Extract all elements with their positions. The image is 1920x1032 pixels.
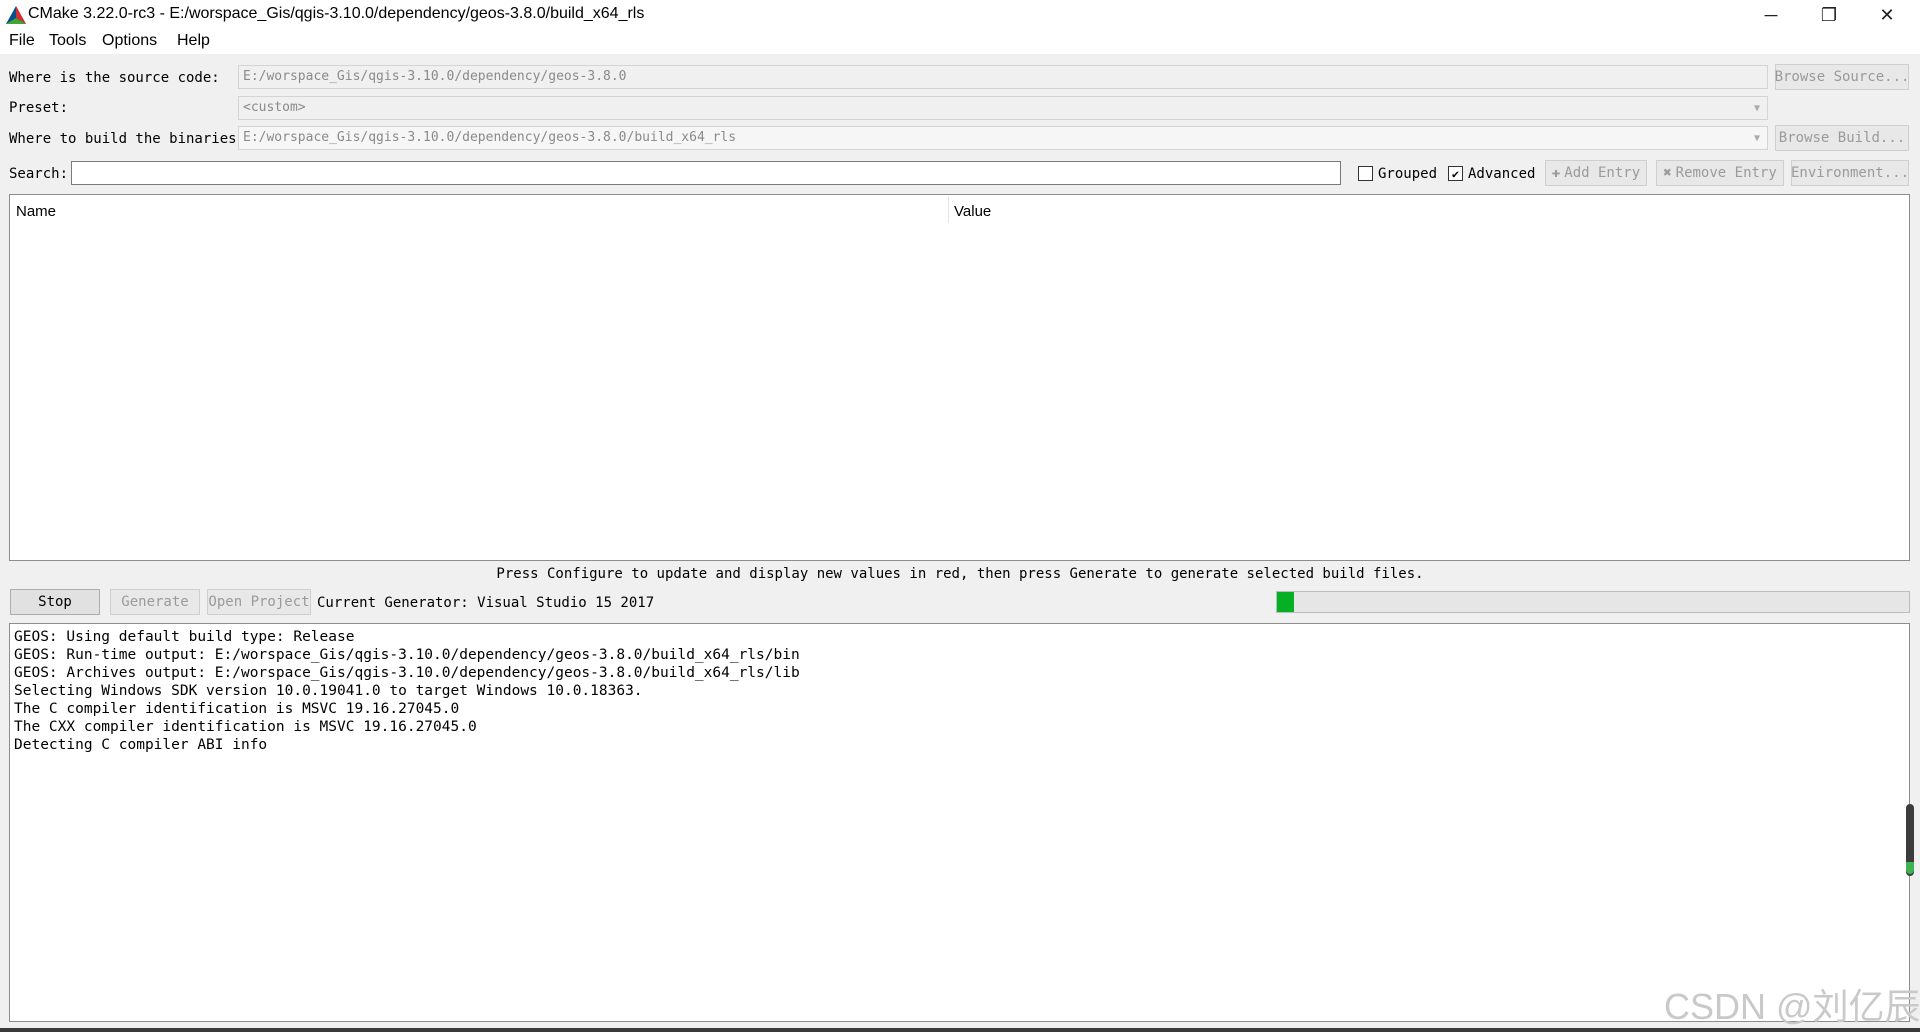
- menu-bar: File Tools Options Help: [0, 30, 1920, 54]
- progress-fill: [1277, 592, 1295, 612]
- search-input[interactable]: [71, 161, 1341, 185]
- environment-button[interactable]: Environment...: [1791, 160, 1909, 186]
- chevron-down-icon[interactable]: ▼: [1748, 98, 1766, 118]
- scrollbar-indicator: [1906, 862, 1914, 874]
- remove-icon: ✖: [1663, 165, 1672, 181]
- minimize-icon: ─: [1764, 4, 1778, 25]
- output-line: GEOS: Archives output: E:/worspace_Gis/q…: [14, 665, 800, 681]
- output-line: The CXX compiler identification is MSVC …: [14, 719, 477, 735]
- preset-combo[interactable]: <custom>: [238, 96, 1768, 120]
- title-bar: CMake 3.22.0-rc3 - E:/worspace_Gis/qgis-…: [0, 0, 1920, 30]
- output-line: Selecting Windows SDK version 10.0.19041…: [14, 683, 643, 699]
- source-path-field[interactable]: E:/worspace_Gis/qgis-3.10.0/dependency/g…: [238, 65, 1768, 89]
- stop-button[interactable]: Stop: [10, 589, 100, 615]
- open-project-button[interactable]: Open Project: [207, 589, 311, 615]
- output-line: The C compiler identification is MSVC 19…: [14, 701, 460, 717]
- advanced-label: Advanced: [1468, 166, 1536, 182]
- output-log[interactable]: GEOS: Using default build type: Release G…: [9, 623, 1910, 1022]
- output-line: GEOS: Run-time output: E:/worspace_Gis/q…: [14, 647, 800, 663]
- menu-tools[interactable]: Tools: [49, 32, 86, 50]
- watermark: CSDN @刘亿辰: [1664, 986, 1920, 1027]
- build-label: Where to build the binaries:: [9, 131, 246, 147]
- build-path-combo[interactable]: E:/worspace_Gis/qgis-3.10.0/dependency/g…: [238, 126, 1768, 150]
- progress-bar: [1276, 591, 1910, 613]
- search-label: Search:: [9, 166, 69, 182]
- checkmark-icon: ✔: [1451, 166, 1460, 181]
- column-header-value[interactable]: Value: [954, 203, 991, 220]
- bottom-edge: [0, 1028, 1920, 1032]
- add-entry-button[interactable]: ✚ Add Entry: [1545, 160, 1647, 186]
- minimize-button[interactable]: ─: [1742, 0, 1800, 30]
- add-entry-label: Add Entry: [1564, 165, 1641, 181]
- advanced-checkbox[interactable]: ✔: [1448, 166, 1463, 181]
- window-title: CMake 3.22.0-rc3 - E:/worspace_Gis/qgis-…: [28, 5, 645, 22]
- menu-options[interactable]: Options: [102, 32, 157, 50]
- browse-build-button[interactable]: Browse Build...: [1775, 125, 1909, 151]
- output-line: Detecting C compiler ABI info: [14, 737, 268, 753]
- column-header-name[interactable]: Name: [16, 203, 56, 220]
- column-divider[interactable]: [948, 197, 949, 223]
- build-path-value: E:/worspace_Gis/qgis-3.10.0/dependency/g…: [243, 130, 737, 145]
- restore-icon: ❐: [1820, 4, 1838, 25]
- browse-source-button[interactable]: Browse Source...: [1775, 64, 1909, 90]
- close-icon: ✕: [1879, 4, 1895, 25]
- preset-value: <custom>: [243, 100, 306, 115]
- plus-icon: ✚: [1551, 165, 1561, 181]
- grouped-checkbox[interactable]: [1358, 166, 1373, 181]
- grouped-label: Grouped: [1378, 166, 1438, 182]
- remove-entry-button[interactable]: ✖ Remove Entry: [1656, 160, 1784, 186]
- cache-table[interactable]: Name Value: [9, 194, 1910, 561]
- maximize-button[interactable]: ❐: [1800, 0, 1858, 30]
- output-line: GEOS: Using default build type: Release: [14, 629, 355, 645]
- close-window-button[interactable]: ✕: [1858, 0, 1916, 30]
- remove-entry-label: Remove Entry: [1675, 165, 1777, 181]
- menu-help[interactable]: Help: [177, 32, 210, 50]
- source-label: Where is the source code:: [9, 70, 220, 86]
- generate-button[interactable]: Generate: [110, 589, 200, 615]
- configure-hint: Press Configure to update and display ne…: [496, 566, 1424, 582]
- preset-label: Preset:: [9, 100, 69, 116]
- chevron-down-icon[interactable]: ▼: [1748, 128, 1766, 148]
- menu-file[interactable]: File: [9, 32, 35, 50]
- current-generator-label: Current Generator: Visual Studio 15 2017: [317, 595, 655, 611]
- cmake-logo-icon: [6, 6, 26, 24]
